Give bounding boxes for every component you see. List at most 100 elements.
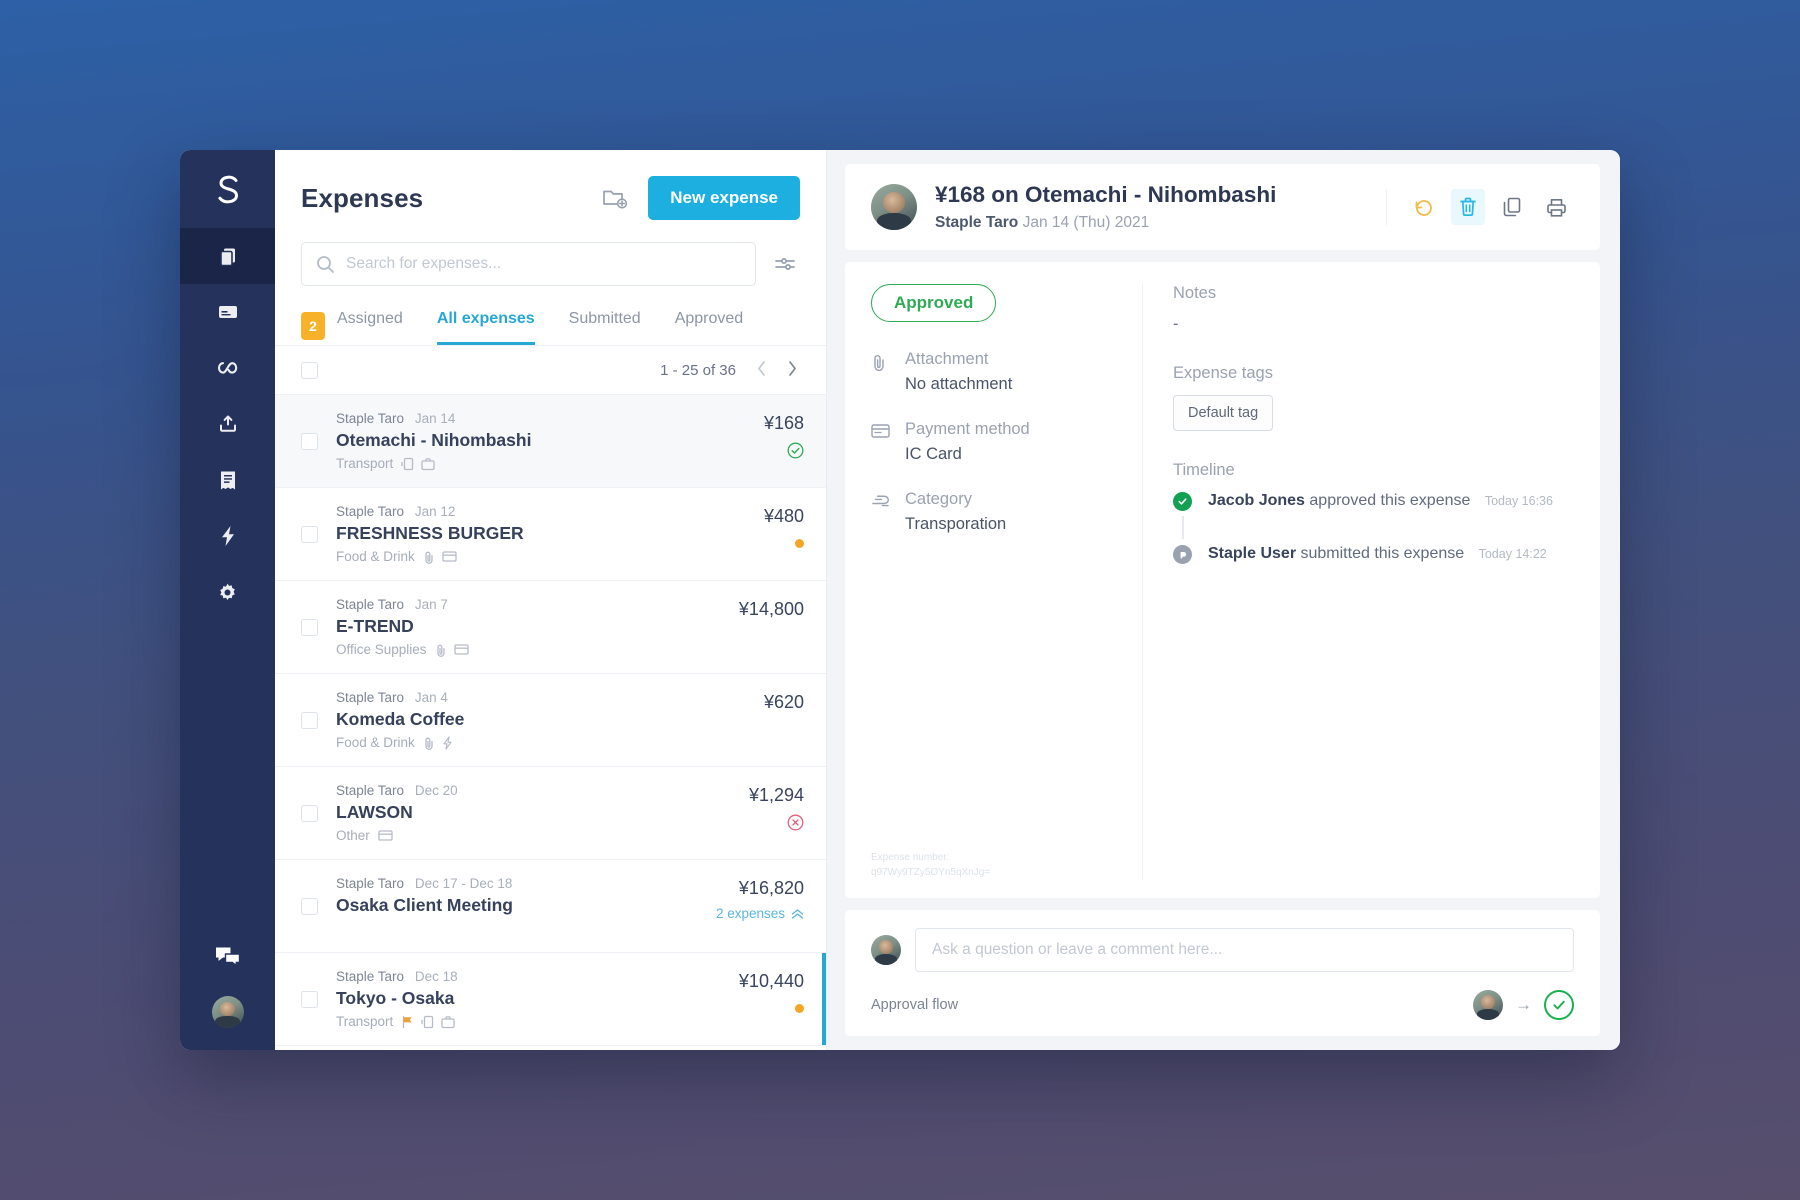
briefcase-icon [441,1015,455,1028]
sidebar-item-chat[interactable] [214,945,242,974]
field-label: Payment method [905,420,1030,438]
avatar[interactable] [211,996,244,1028]
row-checkbox[interactable] [301,433,318,450]
sidebar-item-export[interactable] [180,396,275,452]
expense-row[interactable]: Staple Taro Dec 20 LAWSON Other ¥1,294 [275,767,826,860]
pending-dot-icon [795,538,804,548]
timeline-time: Today 16:36 [1484,494,1553,508]
tab-assigned[interactable]: Assigned [337,306,403,345]
row-status [692,441,804,459]
row-category: Office Supplies [336,642,427,657]
detail-header: ¥168 on Otemachi - Nihombashi Staple Tar… [845,164,1600,250]
row-checkbox[interactable] [301,712,318,729]
sidebar-items [180,228,275,620]
prev-page-button[interactable] [750,358,773,382]
sidebar-item-integrations[interactable] [180,340,275,396]
detail-author: Staple Taro [935,214,1019,231]
approval-check-icon [1544,990,1574,1020]
sidebar-item-settings[interactable] [180,564,275,620]
expense-row[interactable]: Staple Taro Jan 12 FRESHNESS BURGER Food… [275,488,826,581]
documents-icon [219,248,235,266]
field-label: Category [905,490,972,508]
field-value: No attachment [905,375,1013,393]
duplicate-button[interactable] [1495,189,1529,225]
row-title: Tokyo - Osaka [336,988,455,1008]
delete-button[interactable] [1451,189,1485,225]
expense-number: Expense number: q97Wy9TZy5OYn5qXnJg= [871,850,990,880]
search-input[interactable] [302,243,755,285]
expense-list-pane: Expenses New expense Search for expenses… [275,150,827,1050]
timeline-label: Timeline [1173,461,1235,479]
new-expense-button[interactable]: New expense [648,176,800,220]
copy-icon [1503,197,1521,217]
expense-row[interactable]: Staple Taro Jan 4 Komeda Coffee Food & D… [275,674,826,767]
filter-button[interactable] [770,251,800,277]
expense-row[interactable]: Staple Taro Dec 18 Tokyo - Osaka Transpo… [275,953,826,1046]
paperclip-icon [436,644,445,657]
row-date: Jan 7 [414,597,448,612]
rejected-x-icon [787,814,804,830]
status-badge: Approved [871,284,997,322]
lightning-icon [443,735,452,750]
search-row [275,220,826,286]
expense-detail-pane: ¥168 on Otemachi - Nihombashi Staple Tar… [827,150,1620,1050]
approver-avatar[interactable] [1473,990,1503,1020]
pagination: 1 - 25 of 36 [660,358,804,382]
print-button[interactable] [1539,190,1574,225]
approval-flow-label: Approval flow [871,997,959,1013]
sidebar-item-expenses[interactable] [180,228,275,284]
next-page-button[interactable] [781,358,804,382]
row-checkbox[interactable] [301,619,318,636]
detail-toolbar [1386,189,1574,225]
folder-plus-icon [603,190,628,209]
sidebar-item-reports[interactable] [180,452,275,508]
check-icon [1173,492,1192,511]
row-author: Staple Taro [336,876,405,891]
expense-number-value: q97Wy9TZy5OYn5qXnJg= [871,867,991,878]
detail-avatar [871,184,917,230]
comment-input[interactable] [915,928,1574,972]
row-title: E-TREND [336,616,414,636]
card-icon [378,830,393,841]
row-title: FRESHNESS BURGER [336,523,524,543]
row-checkbox[interactable] [301,991,318,1008]
printer-icon [1547,198,1566,217]
undo-button[interactable] [1405,189,1441,225]
card-icon [871,420,891,464]
approval-flow: Approval flow → [871,990,1574,1020]
row-expand-link[interactable]: 2 expenses [692,906,804,921]
row-author: Staple Taro [336,411,405,426]
row-status [692,999,804,1017]
search-icon [317,256,334,273]
expense-row[interactable]: Staple Taro Dec 17 - Dec 18 Osaka Client… [275,860,826,953]
row-date: Dec 20 [414,783,458,798]
expense-tag[interactable]: Default tag [1173,395,1274,431]
sidebar-item-cards[interactable] [180,284,275,340]
field-category: Category Transporation [871,490,1118,534]
field-label: Attachment [905,350,989,368]
briefcase-icon [421,457,435,470]
tab-approved[interactable]: Approved [675,306,744,345]
receipt-icon [220,471,235,489]
new-folder-button[interactable] [598,182,632,214]
expense-row[interactable]: Staple Taro Jan 7 E-TREND Office Supplie… [275,581,826,674]
sidebar-item-automation[interactable] [180,508,275,564]
ic-card-icon [421,1015,434,1028]
expense-number-label: Expense number: [871,852,950,863]
sidebar-bottom [180,945,275,1028]
detail-date: Jan 14 (Thu) 2021 [1022,214,1150,231]
row-checkbox[interactable] [301,526,318,543]
select-all-checkbox[interactable] [301,361,318,379]
row-checkbox[interactable] [301,898,318,915]
paperclip-icon [871,350,891,394]
card-icon [453,644,469,655]
expense-row[interactable]: Staple Taro Jan 14 Otemachi - Nihombashi… [275,395,826,488]
row-author: Staple Taro [336,783,405,798]
search-box [301,242,756,286]
tab-all-expenses[interactable]: All expenses [436,306,535,345]
tab-submitted[interactable]: Submitted [569,306,641,345]
row-category: Other [336,828,370,843]
row-author: Staple Taro [336,504,405,519]
row-checkbox[interactable] [301,805,318,822]
approval-flow-chain: → [1473,990,1574,1020]
